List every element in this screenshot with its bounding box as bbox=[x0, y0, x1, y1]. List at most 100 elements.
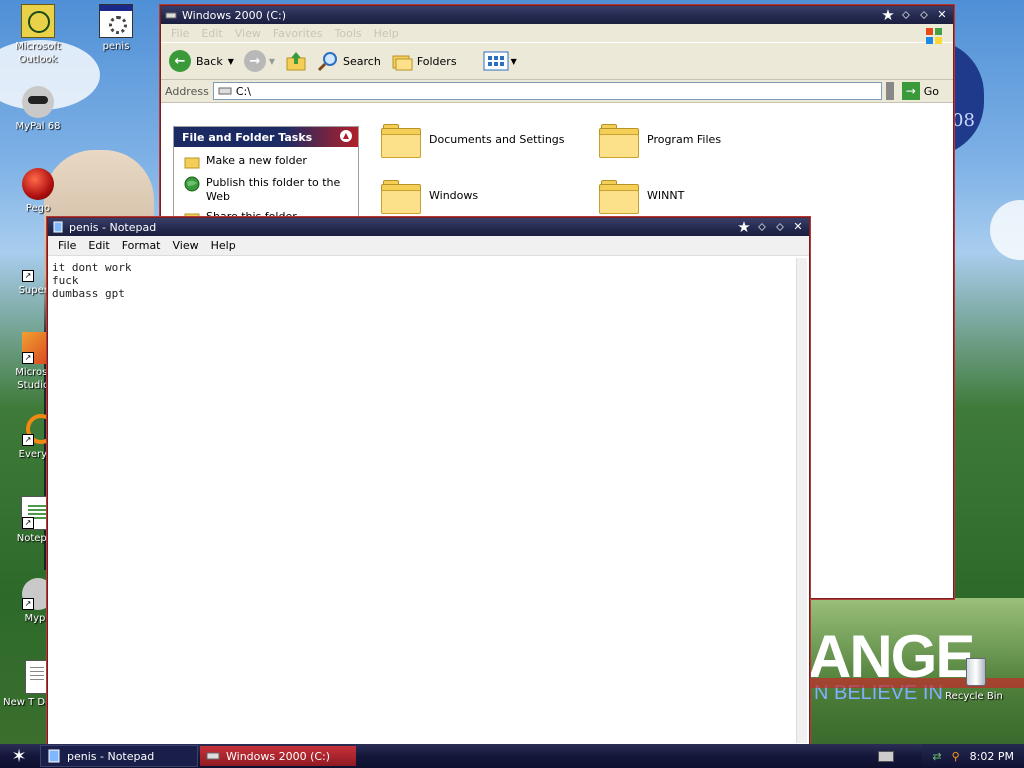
star-icon[interactable]: ★ bbox=[737, 220, 751, 235]
menu-edit[interactable]: Edit bbox=[195, 27, 228, 40]
menu-edit[interactable]: Edit bbox=[82, 239, 115, 252]
file-folder-tasks-panel: File and Folder Tasks ▲ Make a new folde… bbox=[173, 126, 359, 230]
windows-logo-icon bbox=[926, 28, 942, 44]
folder-documents-and-settings[interactable]: Documents and Settings bbox=[381, 122, 565, 158]
shortcut-arrow-icon: ↗ bbox=[22, 598, 34, 610]
cloud bbox=[990, 200, 1024, 260]
clock[interactable]: 8:02 PM bbox=[970, 750, 1014, 763]
minimize-button[interactable]: ⬦ bbox=[755, 220, 769, 234]
folder-program-files[interactable]: Program Files bbox=[599, 122, 721, 158]
taskbar-button-label: penis - Notepad bbox=[67, 749, 155, 763]
close-button[interactable]: ✕ bbox=[791, 220, 805, 234]
collapse-icon[interactable]: ▲ bbox=[340, 130, 352, 142]
start-button[interactable]: ✶ bbox=[0, 744, 38, 768]
menu-file[interactable]: File bbox=[52, 239, 82, 252]
star-icon[interactable]: ★ bbox=[881, 8, 895, 23]
minimize-button[interactable]: ⬦ bbox=[899, 8, 913, 22]
drive-icon bbox=[218, 87, 232, 95]
drive-icon bbox=[165, 12, 177, 19]
outlook-icon bbox=[21, 4, 55, 38]
shortcut-arrow-icon: ↗ bbox=[22, 434, 34, 446]
folder-windows[interactable]: Windows bbox=[381, 178, 479, 214]
maximize-button[interactable]: ⬦ bbox=[773, 220, 787, 234]
taskbar-button-explorer[interactable]: Windows 2000 (C:) bbox=[200, 746, 356, 766]
menu-help[interactable]: Help bbox=[205, 239, 242, 252]
desktop-icon-mypal[interactable]: MyPal 68 bbox=[0, 86, 76, 133]
wallpaper-badge-text: 08 bbox=[952, 110, 975, 131]
taskbar: ✶ penis - Notepad Windows 2000 (C:) ⇄ ⚲ … bbox=[0, 744, 1024, 768]
menu-help[interactable]: Help bbox=[368, 27, 405, 40]
recycle-bin-icon bbox=[958, 656, 990, 688]
go-label: Go bbox=[923, 84, 939, 98]
desktop-icon-outlook[interactable]: Microsoft Outlook bbox=[0, 4, 76, 66]
close-button[interactable]: ✕ bbox=[935, 8, 949, 22]
folders-label: Folders bbox=[416, 54, 457, 68]
red-ball-icon bbox=[22, 168, 54, 200]
network-icon[interactable]: ⇄ bbox=[932, 750, 941, 763]
address-dropdown-button[interactable] bbox=[885, 82, 894, 100]
menu-file[interactable]: File bbox=[165, 27, 195, 40]
task-label: Make a new folder bbox=[206, 154, 307, 167]
application-icon bbox=[99, 4, 133, 38]
up-button[interactable] bbox=[285, 50, 307, 72]
desktop-icon-label: MyPal 68 bbox=[15, 121, 61, 132]
taskbar-button-notepad[interactable]: penis - Notepad bbox=[40, 745, 198, 767]
address-label: Address bbox=[165, 84, 209, 98]
folder-name: Windows bbox=[429, 188, 479, 202]
search-button[interactable]: Search bbox=[317, 50, 381, 72]
drive-icon bbox=[206, 752, 220, 760]
folder-icon bbox=[599, 178, 639, 214]
folder-icon bbox=[381, 122, 421, 158]
go-button[interactable]: → Go bbox=[901, 82, 939, 100]
shortcut-arrow-icon: ↗ bbox=[22, 517, 34, 529]
folder-icon bbox=[599, 122, 639, 158]
desktop-icon-pego[interactable]: Pego bbox=[0, 168, 76, 215]
back-button[interactable]: ← Back ▼ bbox=[169, 50, 234, 72]
maximize-button[interactable]: ⬦ bbox=[917, 8, 931, 22]
notepad-text-area[interactable]: it dont work fuck dumbass gpt bbox=[50, 258, 797, 743]
desktop-icon-penis[interactable]: penis bbox=[78, 4, 154, 53]
menu-view[interactable]: View bbox=[167, 239, 205, 252]
tasks-panel-title: File and Folder Tasks bbox=[182, 130, 313, 144]
views-icon bbox=[483, 51, 509, 71]
folder-up-icon bbox=[286, 52, 306, 71]
window-title: Windows 2000 (C:) bbox=[182, 8, 287, 22]
desktop-icon-recycle-bin[interactable]: Recycle Bin bbox=[936, 656, 1012, 703]
folders-icon bbox=[392, 55, 413, 71]
address-bar: Address C:\ → Go bbox=[161, 80, 953, 103]
menu-tools[interactable]: Tools bbox=[329, 27, 368, 40]
taskbar-button-label: Windows 2000 (C:) bbox=[226, 749, 331, 763]
keyboard-icon[interactable] bbox=[878, 751, 894, 762]
search-icon[interactable]: ⚲ bbox=[952, 750, 960, 763]
explorer-titlebar[interactable]: Windows 2000 (C:) ★ ⬦ ⬦ ✕ bbox=[161, 6, 953, 24]
menu-format[interactable]: Format bbox=[116, 239, 167, 252]
forward-arrow-icon: → bbox=[243, 50, 266, 72]
address-input[interactable]: C:\ bbox=[212, 82, 882, 100]
forward-button[interactable]: → ▼ bbox=[243, 50, 276, 72]
task-make-new-folder[interactable]: Make a new folder bbox=[174, 151, 358, 173]
desktop-icon-label: Pego bbox=[25, 203, 51, 214]
views-button[interactable]: ▼ bbox=[483, 51, 517, 71]
notepad-titlebar[interactable]: penis - Notepad ★ ⬦ ⬦ ✕ bbox=[48, 218, 809, 236]
notepad-icon bbox=[48, 749, 60, 763]
desktop-icon-label: Microsoft Outlook bbox=[15, 41, 61, 65]
search-icon bbox=[317, 52, 338, 72]
menu-view[interactable]: View bbox=[229, 27, 267, 40]
search-label: Search bbox=[343, 54, 381, 68]
vertical-scrollbar[interactable] bbox=[796, 258, 807, 743]
raccoon-icon bbox=[22, 86, 54, 118]
task-label: Publish this folder to the Web bbox=[206, 176, 341, 203]
go-arrow-icon: → bbox=[901, 82, 920, 100]
folder-winnt[interactable]: WINNT bbox=[599, 178, 684, 214]
menu-favorites[interactable]: Favorites bbox=[267, 27, 329, 40]
star-icon: ✶ bbox=[11, 745, 27, 767]
chevron-down-icon: ▼ bbox=[268, 56, 276, 66]
explorer-toolbar: ← Back ▼ → ▼ Search Folders ▼ bbox=[161, 42, 953, 80]
shortcut-arrow-icon: ↗ bbox=[22, 270, 34, 282]
folders-button[interactable]: Folders bbox=[391, 50, 457, 72]
tasks-panel-header[interactable]: File and Folder Tasks ▲ bbox=[174, 127, 358, 147]
text-line: dumbass gpt bbox=[52, 287, 125, 300]
new-folder-icon bbox=[184, 157, 200, 169]
explorer-menubar: File Edit View Favorites Tools Help bbox=[161, 24, 953, 44]
task-publish-folder[interactable]: Publish this folder to the Web bbox=[174, 173, 358, 207]
